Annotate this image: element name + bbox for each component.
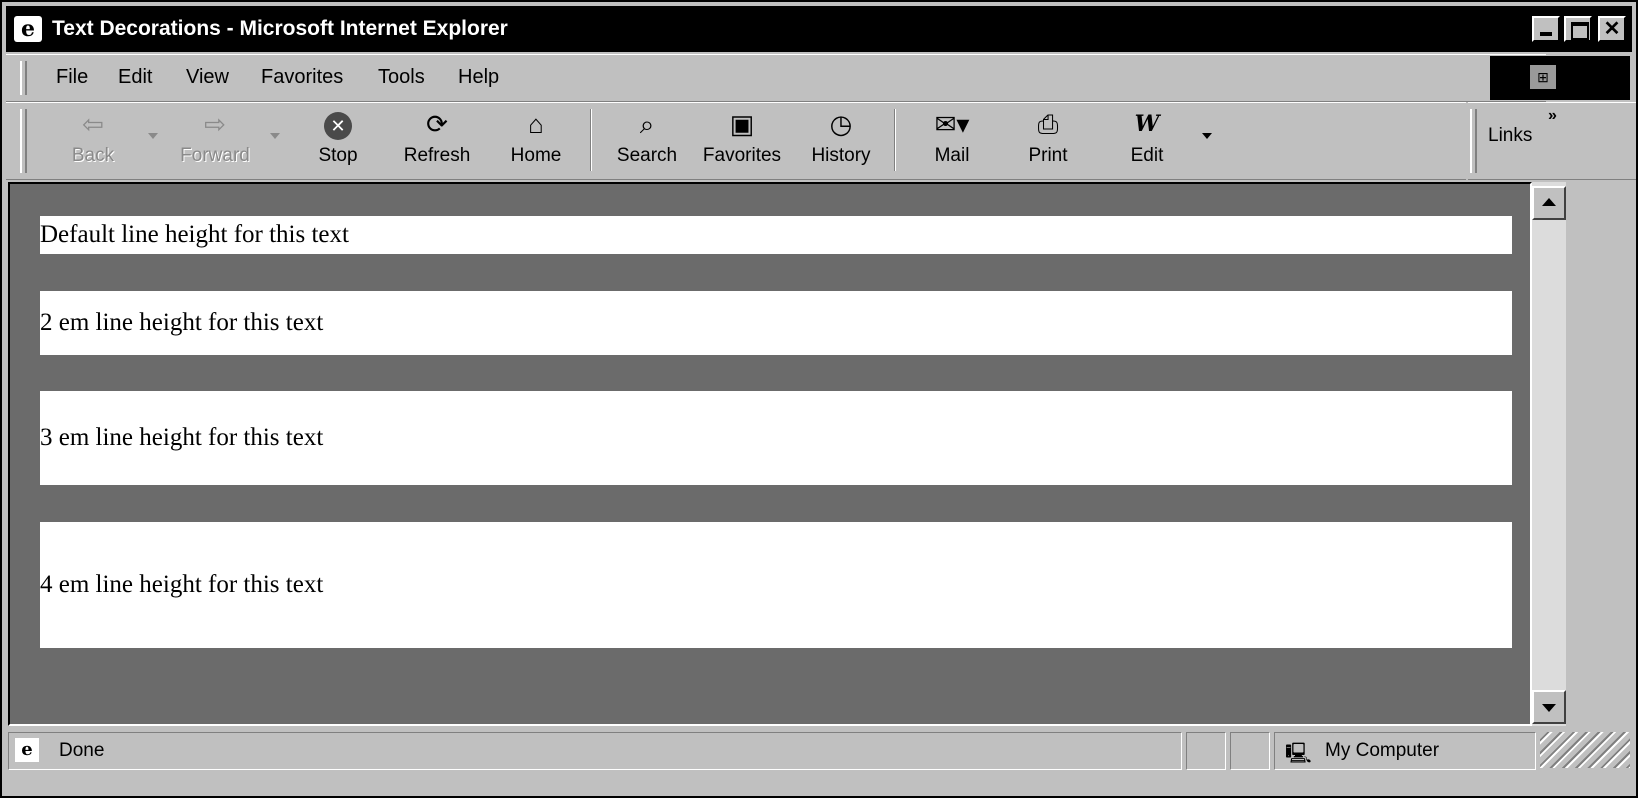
menu-tools[interactable]: Tools: [378, 55, 425, 101]
refresh-label: Refresh: [403, 145, 471, 166]
print-button[interactable]: ⎙ Print: [1020, 107, 1076, 175]
browser-window: e Text Decorations - Microsoft Internet …: [0, 0, 1638, 798]
refresh-icon: ⟳: [426, 109, 448, 139]
favorites-label: Favorites: [702, 145, 782, 166]
chevron-right-icon[interactable]: »: [1548, 107, 1557, 125]
links-label[interactable]: Links: [1488, 125, 1532, 147]
scroll-down-button[interactable]: [1532, 690, 1566, 724]
edit-label: Edit: [1130, 145, 1164, 166]
maximize-button[interactable]: [1564, 16, 1592, 42]
zone-text: My Computer: [1325, 740, 1440, 761]
history-button[interactable]: ◷ History: [806, 107, 876, 175]
forward-button[interactable]: ⇨ Forward: [170, 107, 260, 175]
ie-page-icon[interactable]: e: [14, 16, 42, 42]
search-button[interactable]: ⌕ Search: [610, 107, 684, 175]
history-icon: ◷: [829, 109, 853, 139]
scroll-up-button[interactable]: [1532, 186, 1566, 220]
menu-file[interactable]: File: [56, 55, 88, 101]
word-edit-icon: W: [1134, 111, 1160, 137]
line-default: Default line height for this text: [40, 216, 1512, 254]
status-main-panel: e Done: [8, 732, 1182, 770]
links-grip[interactable]: [1470, 109, 1477, 173]
toolbar-grip[interactable]: [20, 109, 27, 173]
line-3em: 3 em line height for this text: [40, 391, 1512, 485]
search-label: Search: [616, 145, 678, 166]
menu-edit[interactable]: Edit: [118, 55, 152, 101]
forward-dropdown-arrow[interactable]: [270, 133, 280, 139]
search-icon: ⌕: [639, 109, 655, 139]
menu-favorites[interactable]: Favorites: [261, 55, 343, 101]
favorites-icon: ▣: [729, 109, 755, 139]
print-icon: ⎙: [1037, 109, 1059, 139]
standard-toolbar: ⇦ Back ⇨ Forward ✕ Stop ⟳ Refresh ⌂ Home…: [6, 102, 1466, 180]
back-arrow-icon: ⇦: [82, 109, 104, 139]
page-viewport: Default line height for this text 2 em l…: [8, 182, 1532, 726]
mail-button[interactable]: ✉▾ Mail: [924, 107, 980, 175]
back-label: Back: [71, 145, 115, 166]
status-panel: [1186, 732, 1226, 770]
menu-view[interactable]: View: [186, 55, 229, 101]
favorites-button[interactable]: ▣ Favorites: [694, 107, 790, 175]
vertical-scrollbar[interactable]: [1532, 182, 1566, 726]
mail-icon: ✉▾: [934, 109, 970, 139]
menu-bar: File Edit View Favorites Tools Help: [6, 54, 1546, 102]
home-icon: ⌂: [528, 109, 544, 139]
close-button[interactable]: ✕: [1598, 16, 1626, 42]
security-zone-panel: 🖳 My Computer: [1274, 732, 1536, 770]
my-computer-icon: 🖳: [1285, 743, 1312, 765]
resize-grip[interactable]: [1540, 732, 1630, 768]
close-icon: ✕: [1603, 18, 1621, 40]
menu-help[interactable]: Help: [458, 55, 499, 101]
links-bar: Links »: [1468, 102, 1636, 180]
forward-arrow-icon: ⇨: [204, 109, 226, 139]
minimize-button[interactable]: [1532, 16, 1560, 42]
toolbar-separator: [894, 109, 896, 171]
arrow-up-icon: [1542, 198, 1556, 206]
status-bar: e Done 🖳 My Computer: [6, 730, 1636, 796]
stop-button[interactable]: ✕ Stop: [312, 107, 364, 175]
home-label: Home: [510, 145, 562, 166]
minimize-icon: [1540, 32, 1552, 36]
toolbar-separator: [590, 109, 592, 171]
back-dropdown-arrow[interactable]: [148, 133, 158, 139]
title-bar[interactable]: e Text Decorations - Microsoft Internet …: [6, 6, 1632, 52]
forward-label: Forward: [180, 145, 250, 166]
windows-logo-icon: ⊞: [1530, 65, 1556, 89]
history-label: History: [811, 145, 871, 166]
maximize-icon: [1571, 22, 1589, 40]
stop-label: Stop: [318, 145, 358, 166]
home-button[interactable]: ⌂ Home: [506, 107, 566, 175]
mail-label: Mail: [934, 145, 970, 166]
refresh-button[interactable]: ⟳ Refresh: [398, 107, 476, 175]
arrow-down-icon: [1542, 704, 1556, 712]
status-text: Done: [59, 740, 105, 761]
edit-button[interactable]: W Edit: [1122, 107, 1172, 175]
status-panel: [1230, 732, 1270, 770]
line-4em: 4 em line height for this text: [40, 522, 1512, 648]
line-2em: 2 em line height for this text: [40, 291, 1512, 355]
edit-dropdown-arrow[interactable]: [1202, 133, 1212, 139]
ie-page-icon: e: [15, 738, 39, 762]
print-label: Print: [1028, 145, 1068, 166]
back-button[interactable]: ⇦ Back: [62, 107, 124, 175]
stop-icon: ✕: [324, 112, 352, 141]
windows-logo-throbber: ⊞: [1490, 56, 1630, 100]
window-title: Text Decorations - Microsoft Internet Ex…: [52, 17, 508, 40]
menubar-grip[interactable]: [20, 61, 27, 95]
